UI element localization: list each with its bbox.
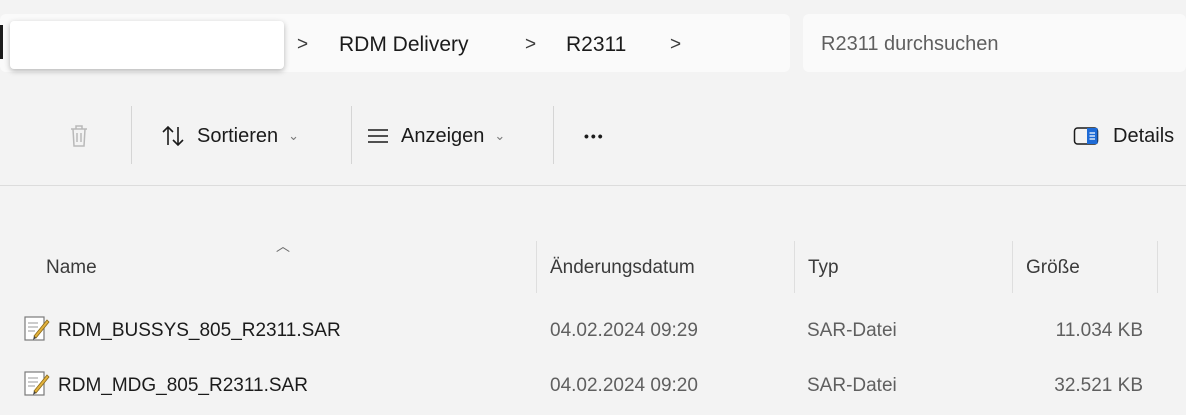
sort-label: Sortieren bbox=[197, 124, 279, 147]
toolbar-divider bbox=[0, 185, 1186, 186]
column-separator[interactable] bbox=[1157, 241, 1158, 293]
file-name: RDM_MDG_805_R2311.SAR bbox=[58, 375, 308, 396]
toolbar-separator bbox=[553, 106, 554, 164]
view-button[interactable]: Anzeigen ⌄ bbox=[367, 116, 505, 156]
sort-button[interactable]: Sortieren ⌄ bbox=[161, 116, 299, 156]
sort-ascending-icon: ︿ bbox=[276, 238, 290, 254]
view-lines-icon bbox=[368, 129, 388, 143]
more-icon: ••• bbox=[584, 128, 605, 144]
chevron-down-icon: ⌄ bbox=[288, 128, 300, 143]
search-placeholder: R2311 durchsuchen bbox=[821, 33, 999, 55]
file-edit-icon bbox=[24, 371, 50, 396]
file-size: 11.034 KB bbox=[1055, 320, 1143, 341]
file-name: RDM_BUSSYS_805_R2311.SAR bbox=[58, 320, 341, 341]
more-options-button[interactable]: ••• bbox=[584, 116, 605, 156]
file-date: 04.02.2024 09:29 bbox=[550, 320, 698, 341]
table-row[interactable]: RDM_BUSSYS_805_R2311.SAR 04.02.2024 09:2… bbox=[0, 316, 1186, 360]
table-row[interactable]: RDM_MDG_805_R2311.SAR 04.02.2024 09:20 S… bbox=[0, 371, 1186, 415]
details-label: Details bbox=[1113, 124, 1175, 147]
delete-button[interactable] bbox=[68, 116, 90, 156]
breadcrumb-r2311[interactable]: R2311 bbox=[566, 33, 626, 57]
toolbar-separator bbox=[351, 106, 352, 164]
column-separator[interactable] bbox=[794, 241, 795, 293]
file-size: 32.521 KB bbox=[1054, 375, 1143, 396]
trash-icon bbox=[71, 125, 87, 147]
chevron-right-icon[interactable]: > bbox=[670, 34, 681, 56]
column-header-date[interactable]: Änderungsdatum bbox=[550, 257, 695, 279]
view-label: Anzeigen bbox=[401, 124, 485, 147]
column-header-name[interactable]: Name bbox=[46, 257, 97, 279]
column-separator[interactable] bbox=[1012, 241, 1013, 293]
column-separator[interactable] bbox=[536, 241, 537, 293]
chevron-down-icon: ⌄ bbox=[494, 128, 506, 143]
file-date: 04.02.2024 09:20 bbox=[550, 375, 698, 396]
details-pane-icon bbox=[1073, 127, 1099, 145]
sort-icon bbox=[162, 125, 184, 147]
chevron-right-icon[interactable]: > bbox=[525, 34, 536, 56]
address-edit-popup[interactable] bbox=[0, 21, 284, 69]
chevron-right-icon[interactable]: > bbox=[297, 34, 308, 56]
toolbar-separator bbox=[131, 106, 132, 164]
column-header-size[interactable]: Größe bbox=[1026, 257, 1080, 279]
file-edit-icon bbox=[24, 316, 50, 341]
details-pane-button[interactable]: Details bbox=[1073, 116, 1174, 156]
column-header-type[interactable]: Typ bbox=[808, 257, 839, 279]
breadcrumb-rdm-delivery[interactable]: RDM Delivery bbox=[339, 33, 469, 57]
file-type: SAR-Datei bbox=[807, 320, 897, 341]
file-type: SAR-Datei bbox=[807, 375, 897, 396]
